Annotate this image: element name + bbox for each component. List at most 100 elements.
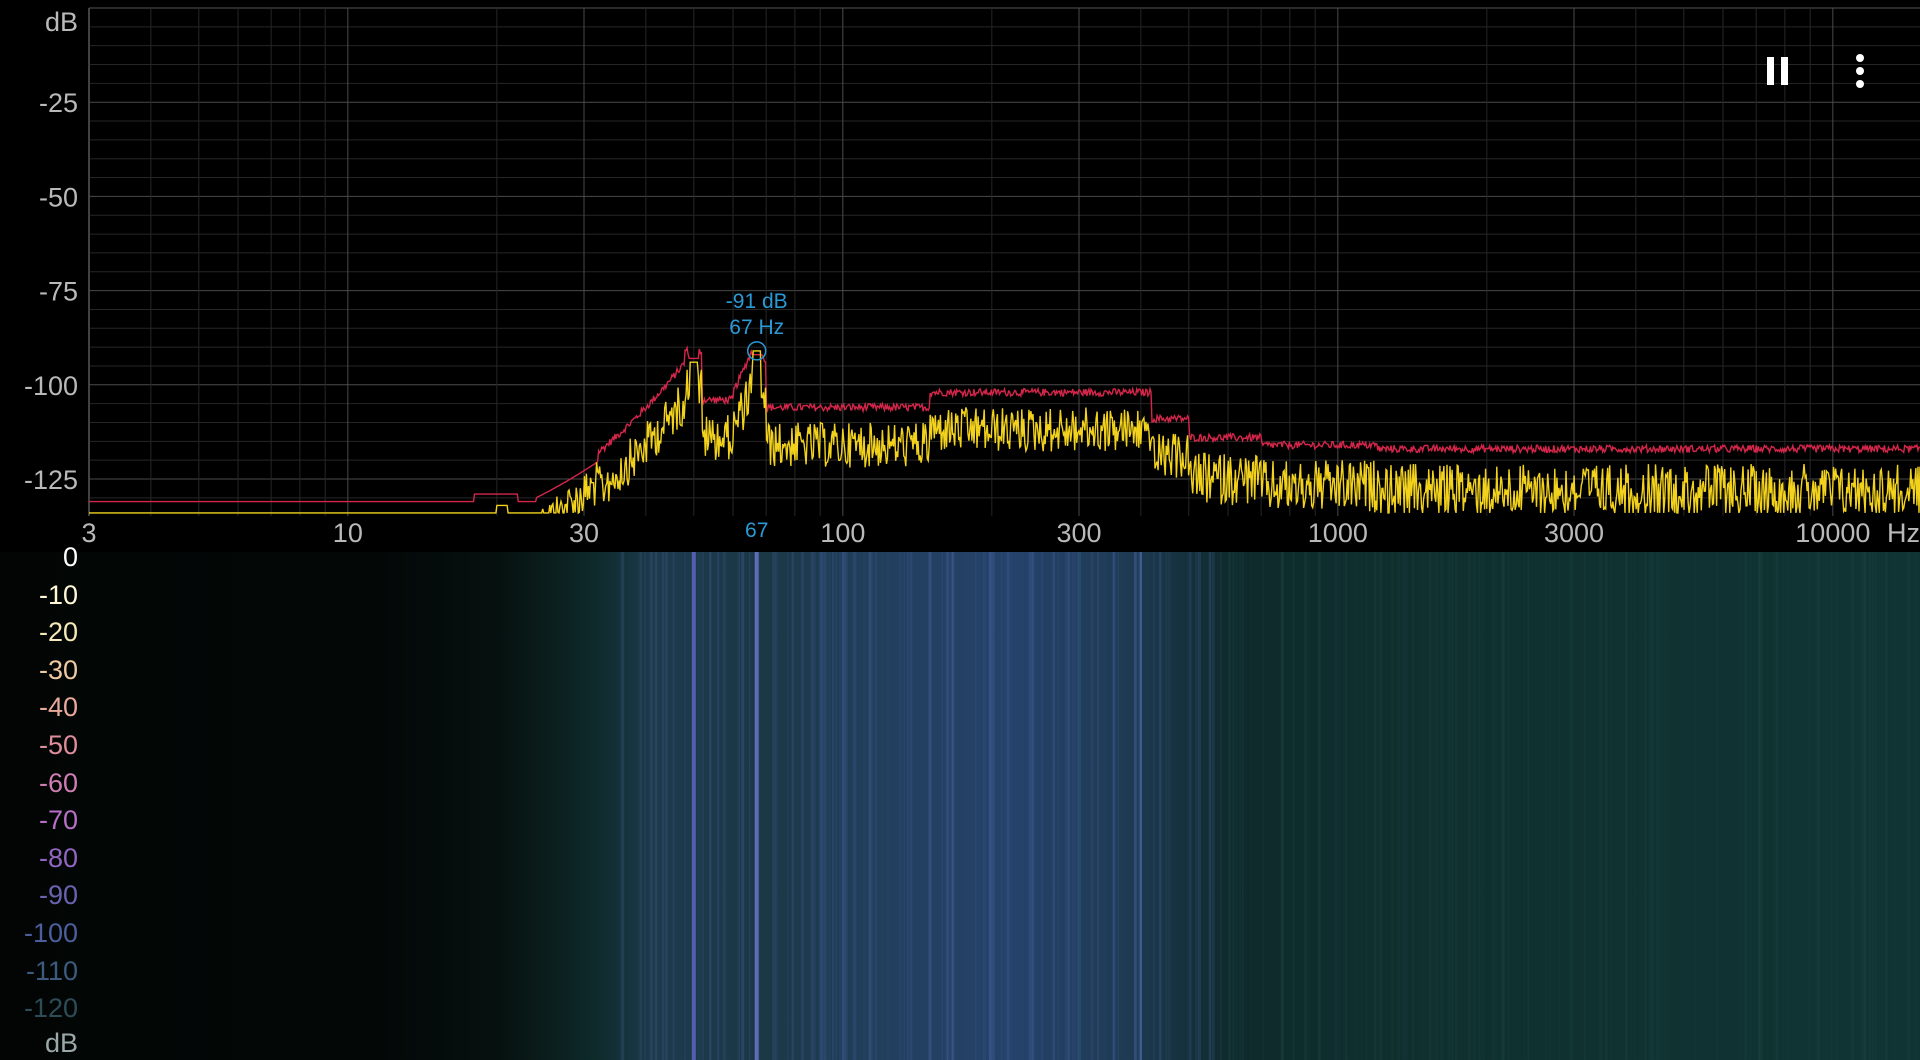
spectrogram-texture [1292, 552, 1294, 1060]
spectrogram-texture [709, 552, 712, 1060]
spectrogram-texture [1455, 552, 1458, 1060]
pause-button[interactable] [1749, 43, 1805, 99]
spectrogram-texture [1716, 552, 1718, 1060]
spectrogram-texture [1197, 552, 1200, 1060]
x-tick-label: 3 [81, 518, 96, 548]
spectrogram-texture [756, 552, 759, 1060]
spectrogram-texture [723, 552, 727, 1060]
spectrogram-texture [1117, 552, 1119, 1060]
spectrogram-texture [736, 552, 740, 1060]
spectrogram-scale-label: 0 [62, 542, 78, 572]
spectrogram-texture [1527, 552, 1530, 1060]
spectrogram-texture [1194, 552, 1198, 1060]
spectrogram-texture [1137, 552, 1141, 1060]
spectrogram-texture [740, 552, 744, 1060]
spectrogram-texture [1281, 552, 1285, 1060]
spectrogram-texture [1773, 552, 1777, 1060]
spectrogram-texture [1231, 552, 1234, 1060]
spectrogram-texture [887, 552, 889, 1060]
spectrogram-scale-label: -70 [38, 805, 78, 836]
spectrogram-texture [1430, 552, 1433, 1060]
spectrogram-texture [649, 552, 653, 1060]
spectrogram-texture [1376, 552, 1380, 1060]
live-spectrum-trace [89, 350, 1920, 515]
spectrogram-texture [1391, 552, 1393, 1060]
spectrogram-texture [1766, 552, 1769, 1060]
x-tick-label: 3000 [1544, 518, 1604, 548]
spectrogram-texture [1743, 552, 1745, 1060]
spectrogram-texture [1599, 552, 1601, 1060]
more-options-button[interactable] [1832, 43, 1888, 99]
spectrogram-texture [758, 552, 760, 1060]
spectrogram-texture [1738, 552, 1740, 1060]
y-tick-label: -75 [39, 277, 78, 307]
spectrogram-texture [1864, 552, 1867, 1060]
spectrogram-scale-label: -110 [25, 955, 78, 986]
spectrogram-texture [1573, 552, 1575, 1060]
spectrogram-texture [1652, 552, 1655, 1060]
spectrogram-scale-label: -120 [23, 993, 78, 1024]
spectrogram-texture [1307, 552, 1310, 1060]
spectrogram-texture [1885, 552, 1888, 1060]
spectrogram-texture [1907, 552, 1910, 1060]
spectrogram-texture [828, 552, 831, 1060]
spectrogram-texture [988, 552, 991, 1060]
spectrogram-texture [1546, 552, 1548, 1060]
x-axis-tick-labels: 3 10 30 100 300 1000 3000 10000 [81, 518, 1870, 548]
spectrogram-texture [1601, 552, 1603, 1060]
spectrogram-texture [1860, 552, 1863, 1060]
spectrogram-texture [1134, 552, 1137, 1060]
spectrogram-texture [1406, 552, 1408, 1060]
spectrogram-texture [1167, 552, 1171, 1060]
spectrogram[interactable] [0, 552, 1920, 1060]
spectrogram-texture [868, 552, 871, 1060]
spectrogram-texture [771, 552, 774, 1060]
spectrogram-texture [662, 552, 665, 1060]
spectrogram-texture [1073, 552, 1077, 1060]
spectrogram-scale-label: -80 [38, 842, 78, 873]
spectrogram-texture [1447, 552, 1449, 1060]
spectrogram-texture [1103, 552, 1105, 1060]
spectrogram-streak [684, 552, 687, 1060]
spectrogram-texture [1380, 552, 1383, 1060]
spectrogram-texture [1402, 552, 1405, 1060]
spectrogram-texture [1000, 552, 1004, 1060]
spectrogram-texture [1835, 552, 1838, 1060]
spectrogram-texture [1304, 552, 1308, 1060]
spectrogram-texture [820, 552, 823, 1060]
spectrogram-texture [909, 552, 913, 1060]
spectrogram-scale-label: -100 [23, 918, 78, 948]
spectrogram-texture [621, 552, 624, 1060]
spectrogram-texture [1676, 552, 1679, 1060]
spectrogram-texture [1656, 552, 1659, 1060]
spectrogram-texture [1748, 552, 1752, 1060]
spectrogram-texture [1681, 552, 1684, 1060]
spectrogram-streak [717, 552, 720, 1060]
spectrogram-texture [1816, 552, 1819, 1060]
spectrogram-texture [814, 552, 817, 1060]
spectrogram-texture [1496, 552, 1498, 1060]
spectrogram-texture [1468, 552, 1471, 1060]
spectrogram-texture [1643, 552, 1646, 1060]
spectrogram-texture [1548, 552, 1552, 1060]
spectrogram-texture [748, 552, 751, 1060]
x-tick-label: 1000 [1308, 518, 1368, 548]
spectrogram-texture [842, 552, 845, 1060]
spectrogram-texture [846, 552, 848, 1060]
spectrogram-texture [951, 552, 954, 1060]
spectrogram-texture [665, 552, 668, 1060]
spectrogram-texture [1199, 552, 1201, 1060]
spectrogram-texture [1262, 552, 1265, 1060]
spectrogram-texture [1558, 552, 1561, 1060]
spectrogram-texture [644, 552, 646, 1060]
spectrogram-texture [1553, 552, 1555, 1060]
spectrogram-texture [862, 552, 866, 1060]
spectrogram-texture [1694, 552, 1697, 1060]
y-tick-label: -25 [39, 88, 78, 118]
spectrogram-texture [792, 552, 795, 1060]
spectrogram-texture [1787, 552, 1789, 1060]
spectrogram-texture [1334, 552, 1338, 1060]
x-tick-label: 300 [1056, 518, 1101, 548]
spectrum-chart[interactable]: -25 -50 -75 -100 -125 3 10 30 100 300 1000 3000 100… [0, 0, 1920, 552]
spectrogram-texture [1726, 552, 1728, 1060]
